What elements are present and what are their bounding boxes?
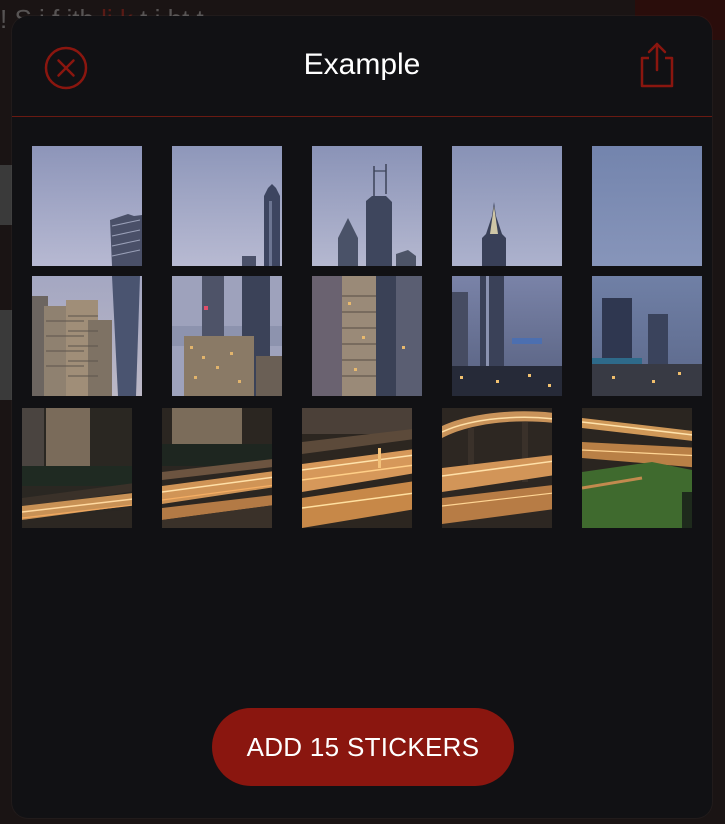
- background-app-element: [0, 165, 12, 225]
- sticker-tile[interactable]: [442, 408, 552, 528]
- sticker-tile[interactable]: [592, 276, 702, 396]
- sticker-tile[interactable]: [32, 146, 142, 266]
- share-upload-icon: [636, 42, 678, 93]
- sticker-tile[interactable]: [312, 146, 422, 266]
- sticker-pack-sheet: Example ADD 15 STICKERS: [12, 16, 712, 818]
- share-button[interactable]: [636, 40, 678, 90]
- sticker-tile[interactable]: [452, 146, 562, 266]
- sheet-header: Example: [12, 16, 712, 117]
- sticker-tile[interactable]: [22, 408, 132, 528]
- sticker-tile[interactable]: [582, 408, 692, 528]
- sticker-grid: [22, 146, 712, 528]
- sticker-tile[interactable]: [302, 408, 412, 528]
- sticker-tile[interactable]: [172, 146, 282, 266]
- sticker-tile[interactable]: [32, 276, 142, 396]
- sticker-tile[interactable]: [162, 408, 272, 528]
- sticker-tile[interactable]: [172, 276, 282, 396]
- sticker-tile[interactable]: [312, 276, 422, 396]
- sticker-tile[interactable]: [592, 146, 702, 266]
- sheet-title: Example: [303, 48, 421, 81]
- sticker-tile[interactable]: [452, 276, 562, 396]
- add-stickers-button[interactable]: ADD 15 STICKERS: [212, 708, 514, 786]
- background-app-element: [0, 310, 12, 400]
